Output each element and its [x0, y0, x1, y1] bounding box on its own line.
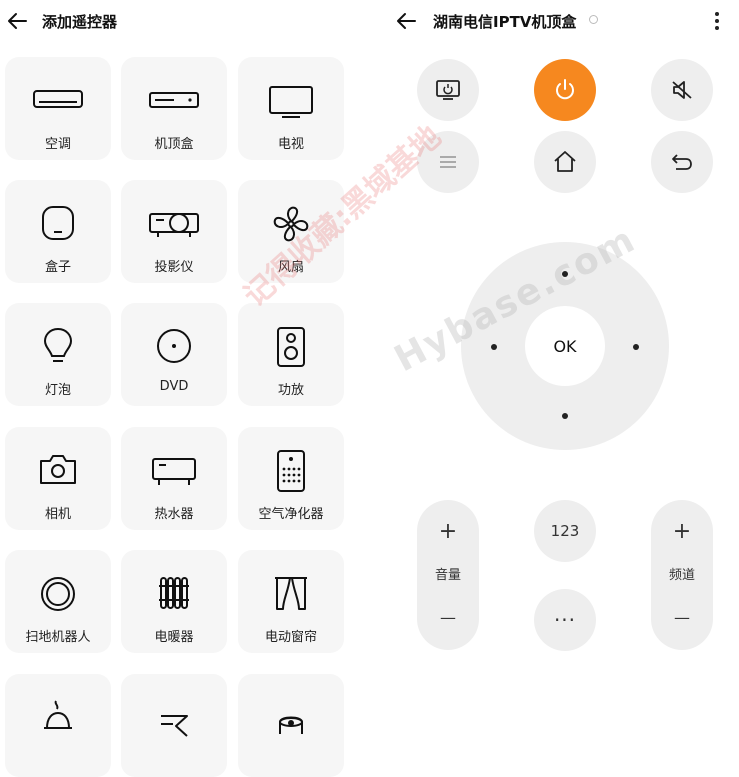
- device-tile-tv[interactable]: 电视: [238, 57, 344, 160]
- volume-control: + 音量 —: [417, 500, 479, 650]
- box-icon: [28, 202, 88, 246]
- device-tile-projector[interactable]: 投影仪: [121, 180, 227, 283]
- device-label: 盒子: [44, 260, 71, 275]
- device-tile-roll[interactable]: [238, 674, 344, 777]
- air-conditioner-icon: [28, 79, 88, 123]
- dpad-right-button[interactable]: [633, 344, 639, 350]
- device-label: 机顶盒: [154, 137, 194, 152]
- device-tile-camera[interactable]: 相机: [5, 427, 111, 530]
- set-top-box-icon: [144, 79, 204, 123]
- device-tile-rice-cooker[interactable]: [5, 674, 111, 777]
- device-tile-set-top-box[interactable]: 机顶盒: [121, 57, 227, 160]
- water-heater-icon: [144, 449, 204, 493]
- projector-icon: [144, 202, 204, 246]
- device-tile-curtain[interactable]: 电动窗帘: [238, 550, 344, 653]
- more-vert-icon[interactable]: [714, 11, 720, 31]
- channel-up-button[interactable]: +: [651, 521, 713, 543]
- tv-icon: [261, 79, 321, 123]
- volume-down-button[interactable]: —: [417, 607, 479, 629]
- device-label: 电视: [277, 137, 304, 152]
- dvd-icon: [144, 325, 204, 369]
- power-icon: [556, 79, 574, 100]
- return-icon: [672, 154, 692, 170]
- device-tile-heater[interactable]: 电暖器: [121, 550, 227, 653]
- ok-button[interactable]: OK: [525, 306, 605, 386]
- tv-power-button[interactable]: [417, 59, 479, 121]
- device-tile-robot-vacuum[interactable]: 扫地机器人: [5, 550, 111, 653]
- page-title: 添加遥控器: [42, 13, 118, 31]
- tv-power-icon: [436, 80, 460, 100]
- volume-up-button[interactable]: +: [417, 521, 479, 543]
- device-label: 功放: [277, 383, 304, 398]
- device-tile-bulb[interactable]: 灯泡: [5, 303, 111, 406]
- device-label: 扫地机器人: [25, 630, 91, 645]
- device-tile-air-conditioner[interactable]: 空调: [5, 57, 111, 160]
- heater-icon: [144, 572, 204, 616]
- channel-control: + 频道 —: [651, 500, 713, 650]
- channel-label: 频道: [668, 568, 695, 583]
- mute-button[interactable]: [651, 59, 713, 121]
- power-button[interactable]: [534, 59, 596, 121]
- rice-cooker-icon: [28, 696, 88, 740]
- return-button[interactable]: [651, 131, 713, 193]
- panel-divider: [369, 0, 381, 718]
- device-label: 电动窗帘: [264, 630, 317, 645]
- dpad-left-button[interactable]: [491, 344, 497, 350]
- number-pad-button[interactable]: 123: [534, 500, 596, 562]
- device-tile-hourglass[interactable]: [121, 674, 227, 777]
- device-label: 电暖器: [154, 630, 194, 645]
- device-label: 相机: [44, 507, 71, 522]
- remote-title: 湖南电信IPTV机顶盒: [433, 13, 577, 31]
- device-tile-water-heater[interactable]: 热水器: [121, 427, 227, 530]
- curtain-icon: [261, 572, 321, 616]
- device-label: 投影仪: [154, 260, 194, 275]
- channel-down-button[interactable]: —: [651, 607, 713, 629]
- device-label: 空调: [44, 137, 71, 152]
- device-tile-dvd[interactable]: DVD: [121, 303, 227, 406]
- info-icon[interactable]: [589, 15, 598, 24]
- back-arrow-icon[interactable]: [6, 10, 28, 32]
- device-label: DVD: [159, 379, 189, 394]
- device-label: 灯泡: [44, 383, 71, 398]
- dpad-down-button[interactable]: [562, 413, 568, 419]
- robot-vacuum-icon: [28, 572, 88, 616]
- hourglass-icon: [144, 696, 204, 740]
- bulb-icon: [28, 325, 88, 369]
- device-tile-air-purifier[interactable]: 空气净化器: [238, 427, 344, 530]
- mute-icon: [672, 81, 692, 99]
- device-label: 热水器: [154, 507, 194, 522]
- air-purifier-icon: [261, 449, 321, 493]
- home-button[interactable]: [534, 131, 596, 193]
- back-arrow-icon[interactable]: [395, 10, 417, 32]
- device-tile-amplifier[interactable]: 功放: [238, 303, 344, 406]
- home-icon: [554, 151, 576, 172]
- device-label: 空气净化器: [258, 507, 324, 522]
- volume-label: 音量: [434, 568, 461, 583]
- amplifier-icon: [261, 325, 321, 369]
- more-button[interactable]: ···: [534, 589, 596, 651]
- camera-icon: [28, 449, 88, 493]
- device-tile-box[interactable]: 盒子: [5, 180, 111, 283]
- left-header: 添加遥控器: [0, 0, 369, 42]
- roll-icon: [261, 696, 321, 740]
